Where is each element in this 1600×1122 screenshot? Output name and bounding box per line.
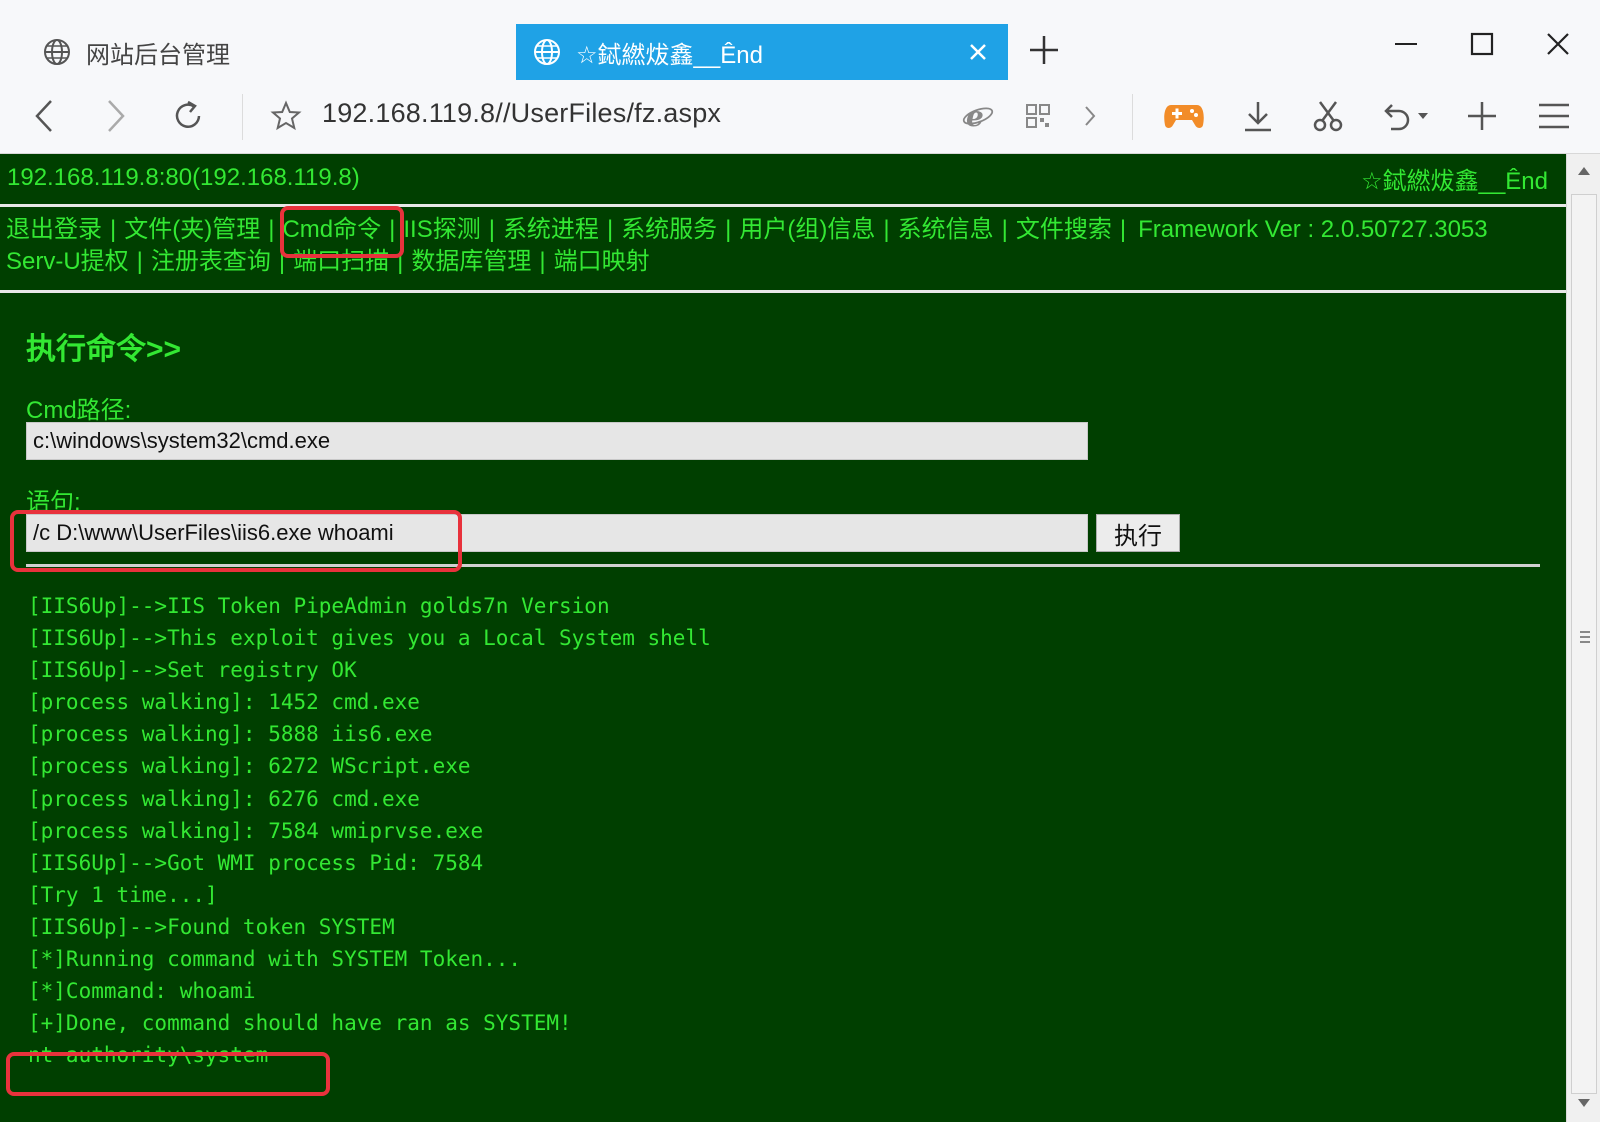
tab-admin[interactable]: 网站后台管理 bbox=[36, 24, 506, 80]
menu-file-manager[interactable]: 文件(夹)管理 bbox=[124, 216, 260, 243]
header-line: 192.168.119.8:80(192.168.119.8) ☆鋱繎炦鑫__Ê… bbox=[0, 154, 1566, 202]
menu-users[interactable]: 用户(组)信息 bbox=[739, 216, 875, 243]
output-line: [+]Done, command should have ran as SYST… bbox=[28, 1011, 572, 1036]
menu-port-map[interactable]: 端口映射 bbox=[554, 248, 650, 275]
menu-processes[interactable]: 系统进程 bbox=[503, 216, 599, 243]
server-address: 192.168.119.8:80(192.168.119.8) bbox=[7, 164, 360, 191]
maximize-icon[interactable] bbox=[1460, 22, 1504, 66]
output-line: [IIS6Up]-->Found token SYSTEM bbox=[28, 914, 395, 939]
forward-icon[interactable] bbox=[94, 94, 138, 138]
output-line: [process walking]: 1452 cmd.exe bbox=[28, 690, 420, 715]
menu-registry[interactable]: 注册表查询 bbox=[151, 248, 271, 275]
download-icon[interactable] bbox=[1236, 94, 1280, 138]
divider bbox=[0, 204, 1566, 207]
star-icon[interactable] bbox=[264, 94, 308, 138]
ie-mode-icon[interactable]: e bbox=[956, 94, 1000, 138]
divider bbox=[1132, 94, 1133, 140]
highlight-cmd-menu bbox=[280, 206, 404, 258]
highlight-statement bbox=[10, 510, 462, 572]
output-line: [process walking]: 5888 iis6.exe bbox=[28, 722, 433, 747]
cmd-path-label: Cmd路径: bbox=[26, 397, 132, 424]
url-field[interactable]: 192.168.119.8//UserFiles/fz.aspx bbox=[322, 98, 721, 129]
output-line: [IIS6Up]-->Set registry OK bbox=[28, 658, 357, 683]
reload-icon[interactable] bbox=[166, 94, 210, 138]
grip-icon bbox=[1580, 631, 1590, 643]
function-menu: 退出登录 | 文件(夹)管理 | Cmd命令 | IIS探测 | 系统进程 | 系统服务 | 用户(组)… bbox=[6, 214, 1556, 278]
menu-row-1: 退出登录 | 文件(夹)管理 | Cmd命令 | IIS探测 | 系统进程 | 系统服务 | 用户(组)… bbox=[6, 216, 1488, 243]
tab-title: 网站后台管理 bbox=[86, 41, 230, 69]
game-controller-icon[interactable] bbox=[1162, 94, 1206, 138]
brand-label: ☆鋱繎炦鑫__Ênd bbox=[1361, 167, 1548, 195]
webshell-page: 192.168.119.8:80(192.168.119.8) ☆鋱繎炦鑫__Ê… bbox=[0, 154, 1566, 1122]
command-output: [IIS6Up]-->IIS Token PipeAdmin golds7n V… bbox=[28, 590, 711, 1071]
qr-code-icon[interactable] bbox=[1016, 94, 1060, 138]
globe-icon bbox=[532, 37, 562, 67]
scissors-icon[interactable] bbox=[1306, 94, 1350, 138]
back-icon[interactable] bbox=[22, 94, 66, 138]
menu-services[interactable]: 系统服务 bbox=[621, 216, 717, 243]
tab-strip: 网站后台管理 ☆鋱繎炦鑫__Ênd bbox=[0, 0, 1600, 80]
chevron-right-icon[interactable] bbox=[1068, 94, 1112, 138]
add-icon[interactable] bbox=[1460, 94, 1504, 138]
chevron-down-icon[interactable] bbox=[1412, 94, 1434, 138]
scroll-down-icon[interactable] bbox=[1567, 1088, 1600, 1118]
highlight-result bbox=[6, 1052, 330, 1096]
output-line: [*]Command: whoami bbox=[28, 979, 256, 1004]
close-window-icon[interactable] bbox=[1536, 22, 1580, 66]
execute-button[interactable]: 执行 bbox=[1096, 514, 1180, 552]
output-line: [IIS6Up]-->IIS Token PipeAdmin golds7n V… bbox=[28, 594, 610, 618]
menu-icon[interactable] bbox=[1532, 94, 1576, 138]
divider bbox=[0, 290, 1566, 293]
menu-iis-probe[interactable]: IIS探测 bbox=[403, 216, 480, 243]
divider bbox=[242, 94, 243, 140]
menu-file-search[interactable]: 文件搜索 bbox=[1016, 216, 1112, 243]
output-line: [process walking]: 7584 wmiprvse.exe bbox=[28, 818, 484, 843]
close-tab-icon[interactable] bbox=[962, 36, 994, 68]
scroll-up-icon[interactable] bbox=[1567, 156, 1600, 186]
framework-version: Framework Ver : 2.0.50727.3053 bbox=[1138, 216, 1488, 243]
output-line: [IIS6Up]-->This exploit gives you a Loca… bbox=[28, 626, 711, 651]
minimize-icon[interactable] bbox=[1384, 22, 1428, 66]
vertical-scrollbar[interactable] bbox=[1566, 154, 1600, 1122]
menu-logout[interactable]: 退出登录 bbox=[6, 216, 102, 243]
new-tab-icon[interactable] bbox=[1026, 32, 1062, 68]
tab-title: ☆鋱繎炦鑫__Ênd bbox=[576, 41, 763, 69]
output-line: [process walking]: 6272 WScript.exe bbox=[28, 754, 471, 779]
page-title: 执行命令>> bbox=[26, 333, 182, 366]
scroll-thumb[interactable] bbox=[1571, 194, 1597, 1094]
cmd-path-input[interactable] bbox=[26, 422, 1088, 460]
menu-row-2: Serv-U提权 | 注册表查询 | 端口扫描 | 数据库管理 | 端口映射 bbox=[6, 248, 650, 275]
menu-sysinfo[interactable]: 系统信息 bbox=[898, 216, 994, 243]
globe-icon bbox=[42, 37, 72, 67]
svg-text:e: e bbox=[966, 100, 984, 132]
address-bar-row: 192.168.119.8//UserFiles/fz.aspx e bbox=[0, 80, 1600, 154]
tab-shell[interactable]: ☆鋱繎炦鑫__Ênd bbox=[516, 24, 1008, 80]
output-line: [Try 1 time...] bbox=[28, 882, 218, 907]
output-line: [IIS6Up]-->Got WMI process Pid: 7584 bbox=[28, 850, 484, 875]
output-line: [*]Running command with SYSTEM Token... bbox=[28, 947, 522, 972]
menu-servu[interactable]: Serv-U提权 bbox=[6, 248, 129, 275]
menu-database[interactable]: 数据库管理 bbox=[411, 248, 531, 275]
output-line: [process walking]: 6276 cmd.exe bbox=[28, 786, 420, 811]
